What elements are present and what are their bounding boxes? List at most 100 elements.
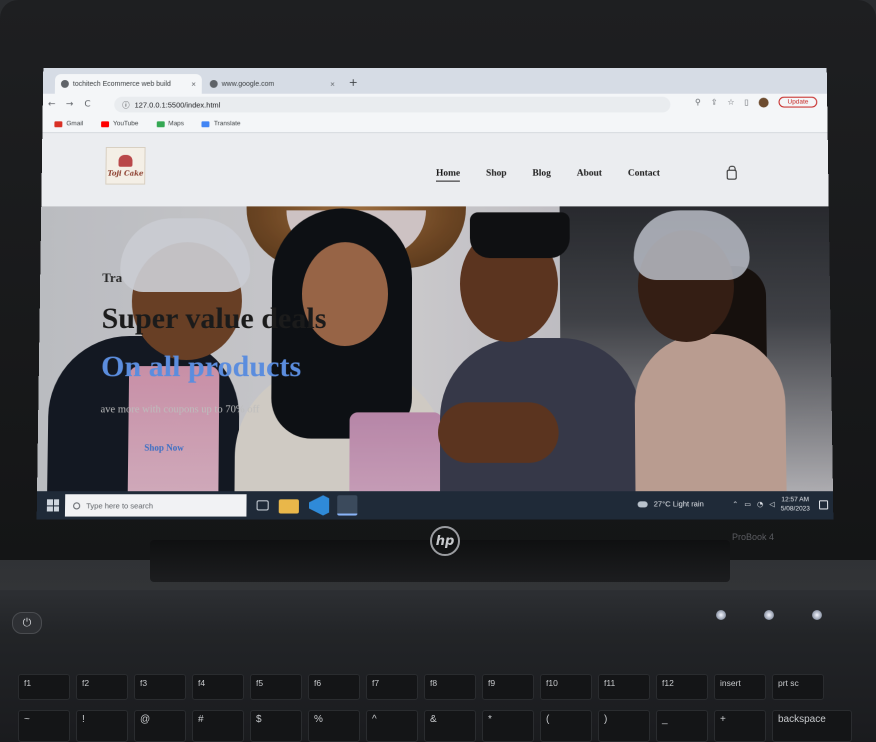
reload-button[interactable]: C — [78, 100, 96, 110]
taskbar-clock[interactable]: 12:57 AM 5/08/2023 — [781, 495, 810, 513]
youtube-icon — [101, 120, 110, 127]
network-icon[interactable]: ◔ — [757, 500, 763, 508]
laptop-screen: tochitech Ecommerce web build × www.goog… — [36, 68, 834, 520]
photo-frame: hp ProBook 4 tochitech Ecommerce web bui… — [0, 0, 876, 742]
hero-kicker: Tra — [102, 270, 123, 286]
bookmark-gmail[interactable]: Gmail — [54, 120, 83, 127]
clock-date: 5/08/2023 — [780, 505, 810, 513]
share-icon[interactable]: ⇪ — [711, 98, 718, 107]
key[interactable]: f7 — [366, 674, 418, 700]
nav-about[interactable]: About — [577, 169, 602, 182]
key[interactable]: ^ — [366, 710, 418, 742]
maps-icon — [156, 120, 165, 127]
chrome-icon[interactable] — [337, 495, 358, 516]
taskbar-search[interactable]: Type here to search — [64, 494, 247, 517]
volume-icon[interactable]: ◁ — [769, 500, 775, 508]
profile-avatar[interactable] — [758, 97, 769, 108]
tab-google[interactable]: www.google.com × — [204, 74, 341, 94]
bookmark-translate[interactable]: Translate — [201, 120, 241, 127]
tab-title: tochitech Ecommerce web build — [72, 80, 171, 88]
notification-icon[interactable] — [818, 500, 829, 510]
key[interactable]: f10 — [540, 674, 592, 700]
key[interactable]: ! — [76, 710, 128, 742]
system-tray: ⌃ ▭ ◔ ◁ — [732, 500, 774, 508]
key[interactable]: f5 — [250, 674, 302, 700]
key[interactable]: _ — [656, 710, 708, 742]
vscode-icon[interactable] — [309, 495, 329, 515]
tab-ecommerce[interactable]: tochitech Ecommerce web build × — [54, 74, 202, 94]
key[interactable]: $ — [250, 710, 302, 742]
search-placeholder: Type here to search — [86, 500, 154, 510]
update-button[interactable]: Update — [778, 96, 818, 108]
key[interactable]: prt sc — [772, 674, 824, 700]
nav-home[interactable]: Home — [435, 168, 461, 182]
battery-icon[interactable]: ▭ — [744, 500, 751, 508]
task-view-icon[interactable] — [256, 500, 269, 511]
hero-banner: Tra Super value deals On all products av… — [37, 206, 833, 492]
key[interactable]: @ — [134, 710, 186, 742]
clock-time: 12:57 AM — [781, 496, 810, 504]
hero-title-accent: On all products — [100, 350, 302, 384]
key[interactable]: % — [308, 710, 360, 742]
close-icon[interactable]: × — [330, 79, 335, 88]
nav-shop[interactable]: Shop — [486, 169, 507, 182]
key[interactable]: ) — [598, 710, 650, 742]
key[interactable]: f8 — [424, 674, 476, 700]
key[interactable]: + — [714, 710, 766, 742]
address-bar[interactable]: ⓘ 127.0.0.1:5500/index.html — [114, 96, 671, 113]
indicator-light — [764, 610, 774, 620]
nav-blog[interactable]: Blog — [532, 169, 550, 182]
key[interactable]: f2 — [76, 674, 128, 700]
windows-start-icon[interactable] — [46, 499, 60, 512]
sidepanel-icon[interactable]: ▯ — [744, 98, 748, 107]
hp-logo: hp — [430, 526, 460, 556]
key[interactable]: ~ — [18, 710, 70, 742]
weather-text: 27°C Light rain — [653, 499, 704, 509]
nav-contact[interactable]: Contact — [628, 169, 660, 182]
bookmark-youtube[interactable]: YouTube — [101, 120, 138, 127]
key[interactable]: insert — [714, 674, 766, 700]
key[interactable]: # — [192, 710, 244, 742]
site-nav: Home Shop Blog About Contact — [435, 168, 660, 182]
key[interactable]: backspace — [772, 710, 852, 742]
globe-icon — [209, 79, 218, 88]
shop-now-button[interactable]: Shop Now — [144, 443, 184, 453]
forward-button[interactable]: → — [61, 100, 79, 110]
search-icon — [73, 501, 81, 509]
key[interactable]: f6 — [308, 674, 360, 700]
laptop-model: ProBook 4 — [732, 532, 775, 542]
key[interactable]: & — [424, 710, 476, 742]
site-logo[interactable]: Toji Cake — [105, 146, 146, 185]
bookmark-maps[interactable]: Maps — [156, 120, 184, 127]
indicator-light — [716, 610, 726, 620]
key[interactable]: f12 — [656, 674, 708, 700]
file-explorer-icon[interactable] — [278, 499, 299, 514]
windows-taskbar: Type here to search 27°C Light rain ⌃ ▭ … — [36, 491, 834, 520]
key[interactable]: f4 — [192, 674, 244, 700]
function-key-row: f1 f2 f3 f4 f5 f6 f7 f8 f9 f10 f11 f12 i… — [0, 674, 876, 700]
close-icon[interactable]: × — [191, 79, 196, 88]
site-header: Toji Cake Home Shop Blog About Contact — [41, 133, 829, 243]
back-button[interactable]: ← — [43, 100, 61, 110]
logo-text: Toji Cake — [107, 168, 144, 178]
cake-icon — [118, 154, 133, 167]
power-icon[interactable]: ⏻ — [12, 612, 42, 634]
zoom-icon[interactable]: ⚲ — [695, 98, 701, 107]
gmail-icon — [54, 120, 63, 127]
hero-subtitle: ave more with coupons up to 70% off — [100, 404, 260, 416]
tab-title: www.google.com — [221, 80, 275, 88]
key[interactable]: f11 — [598, 674, 650, 700]
key[interactable]: * — [482, 710, 534, 742]
key[interactable]: f1 — [18, 674, 70, 700]
chevron-up-icon[interactable]: ⌃ — [732, 500, 738, 508]
weather-widget[interactable]: 27°C Light rain — [637, 499, 704, 509]
cloud-icon — [637, 500, 648, 507]
globe-icon — [60, 79, 69, 88]
key[interactable]: f9 — [482, 674, 534, 700]
key[interactable]: f3 — [134, 674, 186, 700]
key[interactable]: ( — [540, 710, 592, 742]
new-tab-button[interactable]: + — [349, 76, 358, 89]
shopping-bag-icon[interactable] — [726, 169, 737, 180]
url-text: 127.0.0.1:5500/index.html — [134, 100, 221, 110]
star-icon[interactable]: ☆ — [727, 98, 734, 107]
